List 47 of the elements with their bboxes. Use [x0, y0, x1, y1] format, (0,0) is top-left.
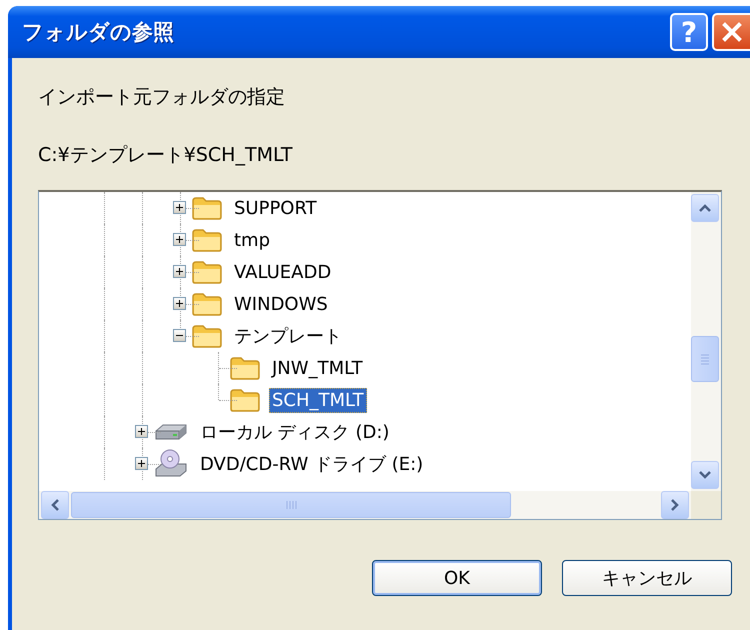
- ok-button[interactable]: OK: [372, 560, 542, 596]
- folder-icon: [191, 323, 223, 349]
- window-title: フォルダの参照: [22, 19, 175, 46]
- expand-toggle[interactable]: [135, 457, 148, 470]
- tree-item[interactable]: テンプレート: [231, 322, 345, 350]
- tree-item[interactable]: SCH_TMLT: [269, 388, 367, 412]
- scroll-left-button[interactable]: [41, 491, 69, 519]
- cd-drive-icon: [153, 449, 189, 479]
- grip-icon: [285, 500, 297, 510]
- scrollbar-corner: [691, 491, 721, 519]
- grip-icon: [700, 353, 710, 365]
- tree-item[interactable]: tmp: [231, 228, 274, 252]
- folder-icon: [229, 355, 261, 381]
- expand-toggle[interactable]: [173, 265, 186, 278]
- folder-tree[interactable]: SUPPORT tmp VALUEADD WINDOWS テンプレート JNW_TMLT SCH_TMLT ローカル ディスク (D:) DVD/CD-RW ドライブ (E:): [38, 190, 722, 520]
- scroll-right-button[interactable]: [661, 491, 689, 519]
- close-icon: [721, 21, 743, 43]
- folder-path: C:¥テンプレート¥SCH_TMLT: [38, 143, 294, 168]
- folder-icon: [191, 259, 223, 285]
- scroll-up-button[interactable]: [691, 194, 719, 222]
- chevron-up-icon: [698, 203, 712, 213]
- chevron-down-icon: [698, 470, 712, 480]
- scroll-down-button[interactable]: [691, 461, 719, 489]
- tree-item[interactable]: DVD/CD-RW ドライブ (E:): [197, 450, 426, 478]
- tree-item[interactable]: WINDOWS: [231, 292, 331, 316]
- expand-toggle[interactable]: [173, 297, 186, 310]
- tree-item[interactable]: VALUEADD: [231, 260, 334, 284]
- vertical-scrollbar[interactable]: [691, 192, 721, 491]
- cancel-button[interactable]: キャンセル: [562, 560, 732, 596]
- tree-item[interactable]: JNW_TMLT: [269, 356, 366, 380]
- tree-item[interactable]: SUPPORT: [231, 196, 320, 220]
- instruction-text: インポート元フォルダの指定: [38, 85, 286, 110]
- close-button[interactable]: [712, 13, 750, 51]
- expand-toggle[interactable]: [135, 425, 148, 438]
- folder-icon: [191, 227, 223, 253]
- folder-icon: [229, 387, 261, 413]
- horizontal-scrollbar[interactable]: [39, 491, 691, 519]
- expand-toggle[interactable]: [173, 233, 186, 246]
- collapse-toggle[interactable]: [173, 329, 186, 342]
- scroll-thumb[interactable]: [71, 492, 511, 518]
- scroll-thumb[interactable]: [691, 336, 719, 382]
- folder-icon: [191, 195, 223, 221]
- folder-icon: [191, 291, 223, 317]
- chevron-left-icon: [50, 498, 60, 512]
- chevron-right-icon: [670, 498, 680, 512]
- expand-toggle[interactable]: [173, 201, 186, 214]
- tree-item[interactable]: ローカル ディスク (D:): [197, 418, 392, 446]
